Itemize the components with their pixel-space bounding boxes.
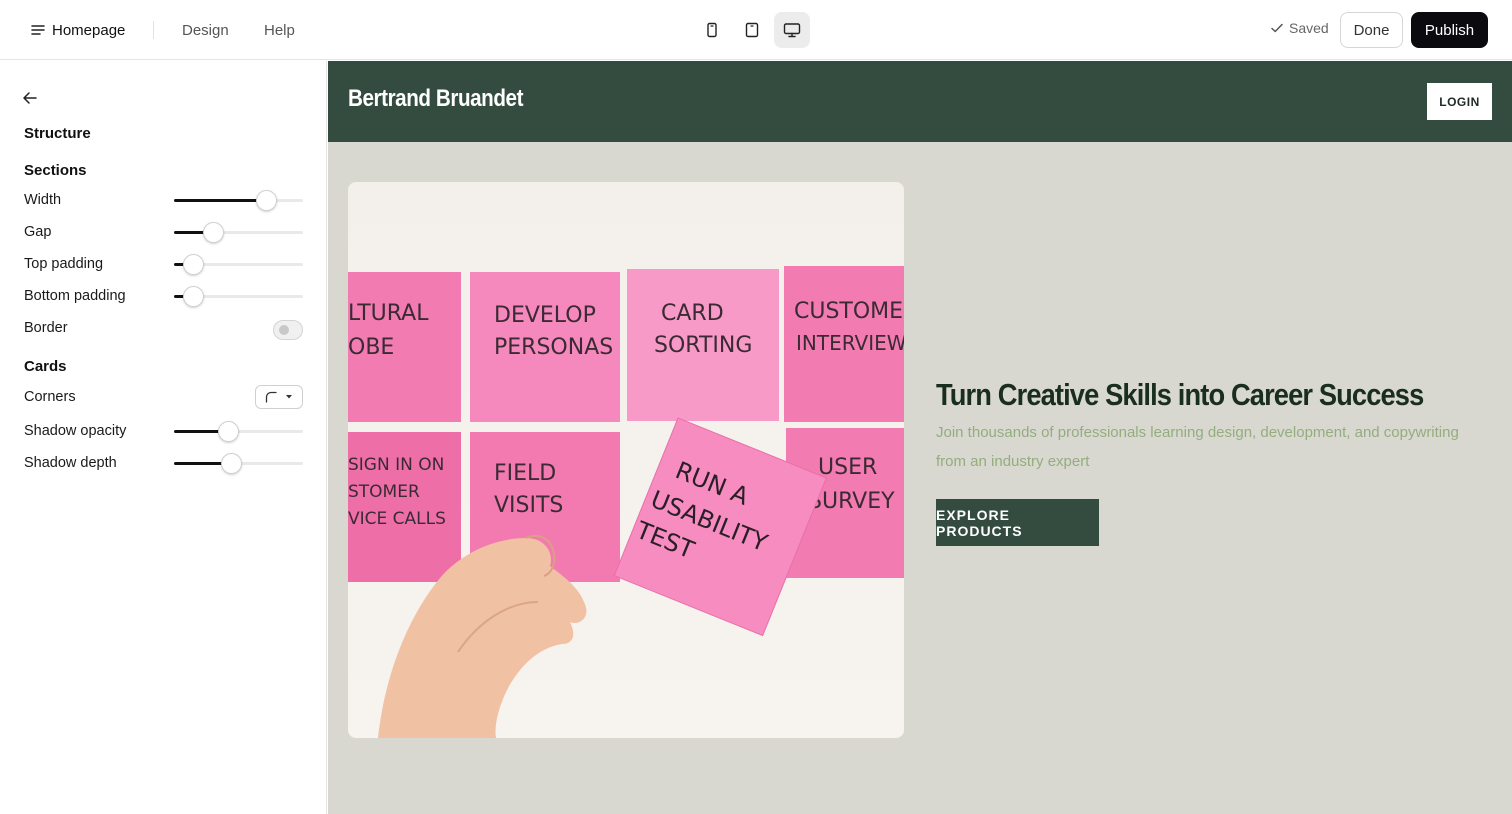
site-header: Bertrand Bruandet LOGIN [328,61,1512,142]
corners-dropdown[interactable] [255,385,303,409]
bottom-padding-label: Bottom padding [24,288,126,304]
desktop-view-button[interactable] [774,12,810,48]
settings-sidebar: Structure Sections Width Gap Top padding… [0,61,327,814]
hero-image: LTURAL OBE DEVELOP PERSONAS CARD SORTING… [348,182,904,738]
note-text: OBE [348,335,394,360]
top-padding-label: Top padding [24,256,104,272]
shadow-depth-slider[interactable] [174,451,303,475]
tablet-view-button[interactable] [734,12,770,48]
publish-button[interactable]: Publish [1411,12,1488,48]
explore-products-button[interactable]: EXPLORE PRODUCTS [936,499,1099,546]
nav-help[interactable]: Help [264,17,295,43]
note-text: INTERVIEW [796,331,904,355]
hero-title: Turn Creative Skills into Career Success [936,377,1424,412]
top-padding-slider[interactable] [174,252,303,276]
corners-label: Corners [24,389,76,405]
gap-slider[interactable] [174,220,303,244]
note-text: SURVEY [808,489,895,514]
hero-subtitle: Join thousands of professionals learning… [936,424,1459,470]
width-slider[interactable] [174,188,303,212]
check-icon [1271,23,1283,33]
save-status-label: Saved [1289,20,1329,36]
desktop-icon [783,23,801,38]
slider-thumb[interactable] [220,453,242,474]
done-button[interactable]: Done [1340,12,1403,48]
page-selector-label: Homepage [52,21,126,39]
note-text: STOMER [348,482,420,502]
shadow-opacity-label: Shadow opacity [24,423,127,439]
divider [153,21,154,39]
note-text: PERSONAS [494,335,613,360]
sections-heading: Sections [24,162,87,179]
note-text: SIGN IN ON [348,455,444,475]
note-text: SORTING [654,333,752,358]
page-selector[interactable]: Homepage [22,17,133,43]
shadow-depth-label: Shadow depth [24,455,117,471]
tablet-icon [745,22,759,38]
toggle-knob [279,325,289,335]
slider-thumb[interactable] [183,286,205,307]
save-status: Saved [1270,20,1329,36]
nav-design[interactable]: Design [182,17,229,43]
shadow-opacity-slider[interactable] [174,419,303,443]
slider-fill [174,199,266,202]
note-text: CUSTOME [794,299,903,324]
slider-thumb[interactable] [183,254,205,275]
width-label: Width [24,192,62,208]
caret-down-icon [286,395,292,399]
note-text: VISITS [494,493,563,518]
panel-title: Structure [24,125,91,142]
bottom-padding-slider[interactable] [174,284,303,308]
back-arrow-icon[interactable] [20,88,40,108]
note-text: LTURAL [348,301,429,326]
mobile-view-button[interactable] [694,12,730,48]
cards-heading: Cards [24,358,67,375]
slider-thumb[interactable] [218,421,240,442]
site-name[interactable]: Bertrand Bruandet [348,85,523,113]
note-text: FIELD [494,461,556,486]
gap-label: Gap [24,224,52,240]
login-button[interactable]: LOGIN [1427,83,1492,120]
border-label: Border [24,320,68,336]
corner-radius-icon [265,391,277,403]
note-text: CARD [661,301,724,326]
preview-canvas: Bertrand Bruandet LOGIN LTURAL OBE DEVEL… [328,61,1512,814]
mobile-icon [707,22,717,38]
note-text: DEVELOP [494,303,596,328]
menu-icon [31,25,45,35]
note-text: USER [818,455,877,480]
border-toggle[interactable] [273,320,303,340]
note-text: VICE CALLS [348,509,446,529]
device-switcher [694,12,810,48]
editor-topbar: Homepage Design Help Saved Done Publish [0,0,1512,60]
slider-thumb[interactable] [202,222,224,243]
slider-thumb[interactable] [255,190,277,211]
